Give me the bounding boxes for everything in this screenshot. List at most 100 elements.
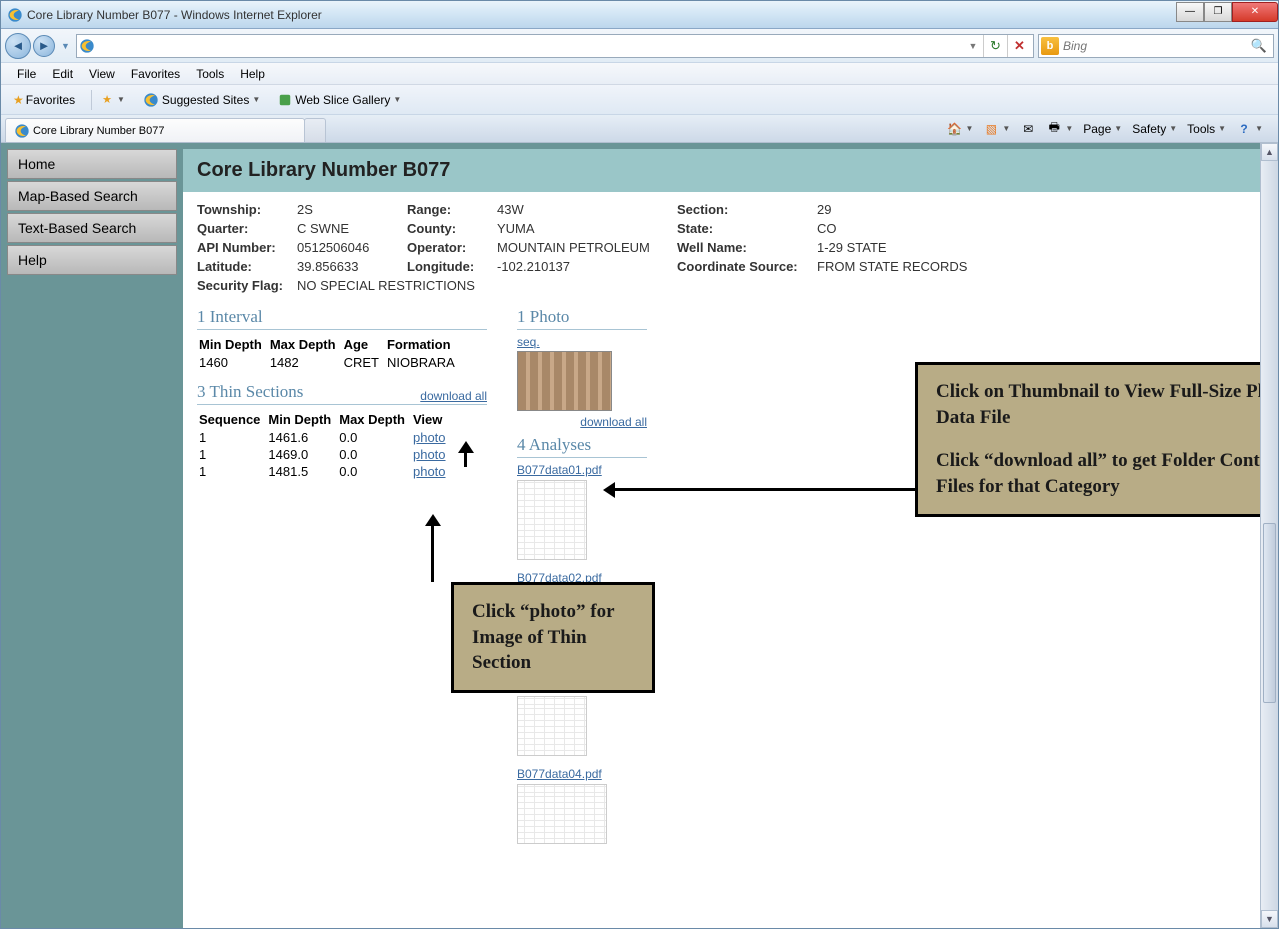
thin-sections-table: SequenceMin DepthMax DepthView 11461.60.…	[197, 409, 454, 481]
chevron-down-icon: ▼	[117, 95, 125, 104]
chevron-down-icon: ▼	[1114, 124, 1122, 133]
window-controls: — ❐ ✕	[1176, 2, 1278, 22]
forward-button[interactable]: ►	[33, 35, 55, 57]
stop-button[interactable]: ✕	[1007, 35, 1031, 57]
sidebar-item-home[interactable]: Home	[7, 149, 177, 179]
address-input[interactable]	[99, 39, 963, 53]
menu-view[interactable]: View	[81, 65, 123, 83]
main-body: Township:2S Range:43W Section:29 Quarter…	[183, 192, 1272, 928]
browser-window: Core Library Number B077 - Windows Inter…	[0, 0, 1279, 929]
sidebar-item-help[interactable]: Help	[7, 245, 177, 275]
arrow-line	[431, 522, 434, 582]
chevron-down-icon: ▼	[1169, 124, 1177, 133]
sidebar-item-map-search[interactable]: Map-Based Search	[7, 181, 177, 211]
command-bar: 🏠▼ ▧▼ ✉ 🖶▼ Page▼ Safety▼ Tools▼ ?▼	[935, 115, 1274, 142]
maximize-button[interactable]: ❐	[1204, 2, 1232, 22]
label-lat: Latitude:	[197, 259, 297, 274]
page-icon	[79, 38, 95, 54]
callout-thumbnail: Click on Thumbnail to View Full-Size Pho…	[915, 362, 1272, 517]
pdf-thumbnail[interactable]	[517, 480, 587, 560]
tab-active[interactable]: Core Library Number B077	[5, 118, 305, 142]
page-menu[interactable]: Page▼	[1079, 120, 1126, 138]
scroll-thumb[interactable]	[1263, 523, 1276, 703]
download-all-thin-sections[interactable]: download all	[420, 389, 487, 403]
safety-menu[interactable]: Safety▼	[1128, 120, 1181, 138]
address-bar[interactable]: ▼ ↻ ✕	[76, 34, 1034, 58]
label-county: County:	[407, 221, 497, 236]
favorites-button[interactable]: ★Favorites	[7, 91, 81, 109]
minimize-button[interactable]: —	[1176, 2, 1204, 22]
address-dropdown[interactable]: ▼	[963, 41, 983, 51]
seq-link[interactable]: seq.	[517, 335, 540, 349]
value-wellname: 1-29 STATE	[817, 240, 1258, 255]
label-range: Range:	[407, 202, 497, 217]
menu-tools[interactable]: Tools	[188, 65, 232, 83]
help-icon: ?	[1236, 121, 1252, 137]
menu-favorites[interactable]: Favorites	[123, 65, 188, 83]
tab-bar: Core Library Number B077 🏠▼ ▧▼ ✉ 🖶▼ Page…	[1, 115, 1278, 143]
search-go-button[interactable]: 🔍	[1247, 38, 1271, 54]
menu-edit[interactable]: Edit	[44, 65, 81, 83]
chevron-down-icon: ▼	[252, 95, 260, 104]
vertical-scrollbar[interactable]: ▲ ▼	[1260, 143, 1278, 928]
menu-help[interactable]: Help	[232, 65, 273, 83]
ie-icon	[14, 123, 30, 139]
tools-menu[interactable]: Tools▼	[1183, 120, 1230, 138]
value-coord: FROM STATE RECORDS	[817, 259, 1258, 274]
feeds-button[interactable]: ▧▼	[979, 119, 1014, 139]
label-state: State:	[677, 221, 817, 236]
download-all-photos[interactable]: download all	[517, 415, 647, 429]
label-quarter: Quarter:	[197, 221, 297, 236]
nav-bar: ◄ ► ▼ ▼ ↻ ✕ b 🔍	[1, 29, 1278, 63]
print-button[interactable]: 🖶▼	[1042, 119, 1077, 139]
chevron-down-icon: ▼	[393, 95, 401, 104]
photo-link[interactable]: photo	[413, 464, 446, 479]
back-button[interactable]: ◄	[5, 33, 31, 59]
home-button[interactable]: 🏠▼	[942, 119, 977, 139]
metadata-grid: Township:2S Range:43W Section:29 Quarter…	[197, 202, 1258, 293]
scroll-down-button[interactable]: ▼	[1261, 910, 1278, 928]
window-title: Core Library Number B077 - Windows Inter…	[27, 8, 1176, 22]
scroll-up-button[interactable]: ▲	[1261, 143, 1278, 161]
pdf-thumbnail[interactable]	[517, 784, 607, 844]
web-slice-link[interactable]: Web Slice Gallery▼	[272, 91, 407, 109]
add-favorites-button[interactable]: ★▼	[96, 91, 131, 108]
refresh-button[interactable]: ↻	[983, 35, 1007, 57]
label-coord: Coordinate Source:	[677, 259, 817, 274]
pdf-link[interactable]: B077data04.pdf	[517, 767, 602, 781]
label-operator: Operator:	[407, 240, 497, 255]
pdf-link[interactable]: B077data01.pdf	[517, 463, 602, 477]
photo-link[interactable]: photo	[413, 430, 446, 445]
help-button[interactable]: ?▼	[1232, 119, 1267, 139]
suggested-sites-link[interactable]: Suggested Sites▼	[137, 90, 266, 110]
star-icon: ★	[13, 93, 24, 107]
webslice-icon	[278, 93, 292, 107]
search-bar[interactable]: b 🔍	[1038, 34, 1274, 58]
value-lon: -102.210137	[497, 259, 677, 274]
analyses-title: 4 Analyses	[517, 435, 647, 458]
core-photo-thumbnail[interactable]	[517, 351, 612, 411]
close-button[interactable]: ✕	[1232, 2, 1278, 22]
value-range: 43W	[497, 202, 677, 217]
rss-icon: ▧	[983, 121, 999, 137]
menu-file[interactable]: File	[9, 65, 44, 83]
bing-icon: b	[1041, 37, 1059, 55]
separator	[91, 90, 92, 110]
tab-title: Core Library Number B077	[33, 125, 164, 137]
read-mail-button[interactable]: ✉	[1016, 119, 1040, 139]
table-row: 11461.60.0photo	[199, 430, 452, 445]
new-tab-button[interactable]	[304, 118, 326, 142]
ie-icon	[143, 92, 159, 108]
value-quarter: C SWNE	[297, 221, 407, 236]
photo-title: 1 Photo	[517, 307, 647, 330]
value-state: CO	[817, 221, 1258, 236]
sidebar-item-text-search[interactable]: Text-Based Search	[7, 213, 177, 243]
interval-title: 1 Interval	[197, 307, 487, 330]
main-panel: Core Library Number B077 Township:2S Ran…	[177, 143, 1278, 928]
pdf-thumbnail[interactable]	[517, 696, 587, 756]
value-section: 29	[817, 202, 1258, 217]
search-input[interactable]	[1063, 39, 1247, 53]
arrow-head-icon	[603, 482, 615, 498]
photo-link[interactable]: photo	[413, 447, 446, 462]
nav-history-dropdown[interactable]: ▼	[61, 41, 70, 51]
